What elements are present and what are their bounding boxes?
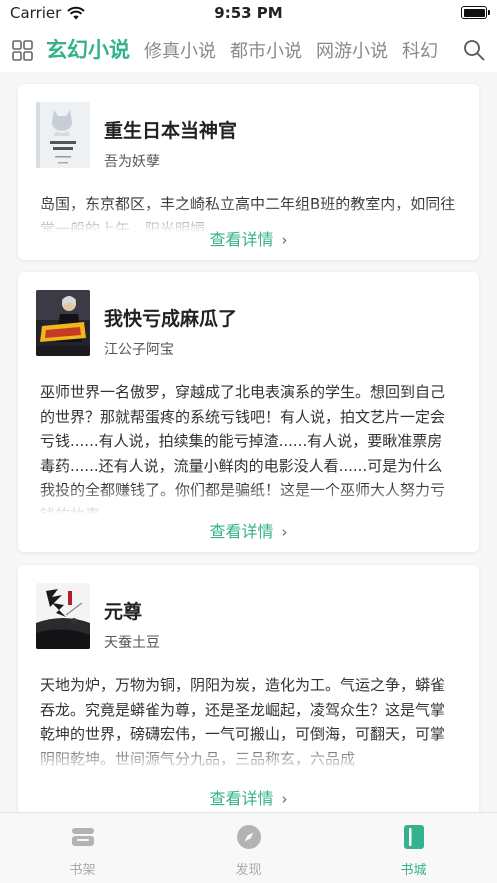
book-title: 元尊 (104, 601, 143, 623)
tab-bookshelf[interactable]: 书架 (0, 813, 165, 883)
book-cover (36, 583, 90, 649)
book-title: 我快亏成麻瓜了 (104, 308, 238, 330)
tab-discover-label: 发现 (235, 863, 262, 878)
bookstore-icon (404, 825, 424, 849)
book-title: 重生日本当神官 (104, 120, 238, 142)
category-tabs: 玄幻小说 修真小说 都市小说 网游小说 科幻 (46, 28, 456, 72)
tab-kehuan[interactable]: 科幻 (402, 30, 438, 72)
chevron-right-icon: › (281, 523, 288, 541)
battery-icon (461, 6, 490, 19)
view-details-link[interactable]: 查看详情 › (18, 226, 479, 250)
view-details-label: 查看详情 (209, 789, 274, 808)
tab-bookstore[interactable]: 书城 (331, 813, 496, 883)
view-details-label: 查看详情 (209, 230, 274, 249)
tab-xuanhuan[interactable]: 玄幻小说 (46, 28, 130, 72)
book-card[interactable]: 我快亏成麻瓜了 江公子阿宝 巫师世界一名傲罗，穿越成了北电表演系的学生。想回到自… (18, 272, 479, 552)
book-cover (36, 102, 90, 168)
tab-bookshelf-label: 书架 (69, 863, 96, 878)
bookshelf-icon (72, 828, 94, 846)
status-bar: Carrier 9:53 PM (0, 0, 497, 28)
bottom-tab-bar: 书架 发现 书城 (0, 812, 497, 883)
tab-discover[interactable]: 发现 (166, 813, 331, 883)
view-details-link[interactable]: 查看详情 › (18, 785, 479, 809)
book-author: 江公子阿宝 (104, 342, 174, 358)
book-list[interactable]: 重生日本当神官 吾为妖孽 岛国，东京都区，丰之崎私立高中二年组B班的教室内，如同… (0, 72, 497, 812)
book-author: 吾为妖孽 (104, 154, 160, 170)
compass-icon (237, 825, 261, 849)
chevron-right-icon: › (281, 231, 288, 249)
book-author: 天蚕土豆 (104, 635, 160, 651)
tab-wangyou[interactable]: 网游小说 (316, 30, 388, 72)
status-time: 9:53 PM (214, 4, 283, 22)
chevron-right-icon: › (281, 790, 288, 808)
search-icon[interactable] (463, 39, 485, 61)
view-details-link[interactable]: 查看详情 › (18, 518, 479, 542)
view-details-label: 查看详情 (209, 522, 274, 541)
category-header: 玄幻小说 修真小说 都市小说 网游小说 科幻 (0, 28, 497, 72)
book-card[interactable]: 重生日本当神官 吾为妖孽 岛国，东京都区，丰之崎私立高中二年组B班的教室内，如同… (18, 84, 479, 260)
tab-xiuzhen[interactable]: 修真小说 (144, 30, 216, 72)
book-cover (36, 290, 90, 356)
grid-menu-icon[interactable] (12, 40, 33, 61)
tab-dushi[interactable]: 都市小说 (230, 30, 302, 72)
tab-bookstore-label: 书城 (400, 863, 427, 878)
book-card[interactable]: 元尊 天蚕土豆 天地为炉，万物为铜，阴阳为炭，造化为工。气运之争，蟒雀吞龙。究竟… (18, 565, 479, 812)
